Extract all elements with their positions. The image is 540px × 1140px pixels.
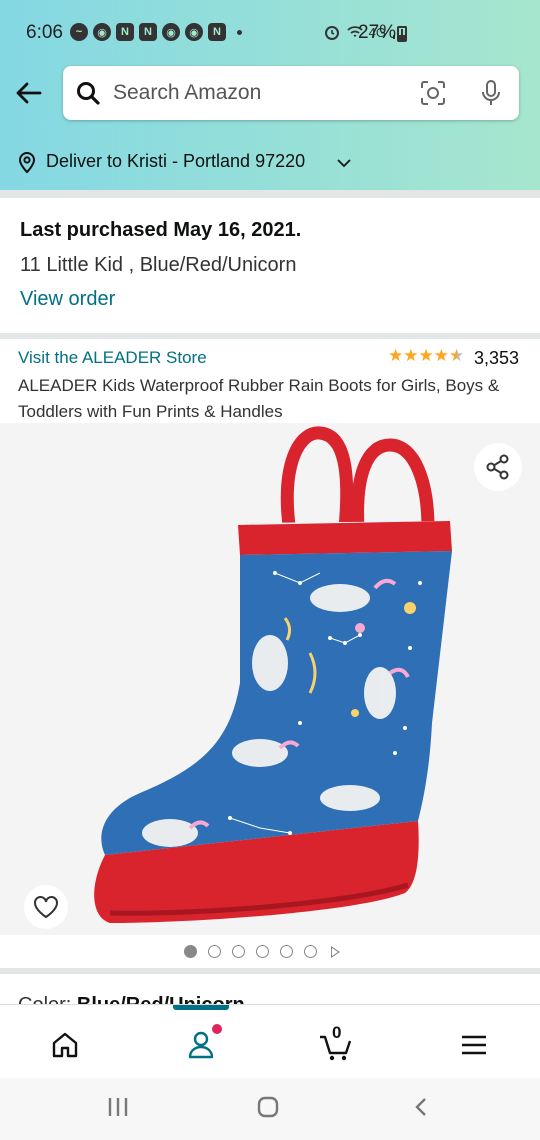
deliver-to-label: Deliver to Kristi - Portland 97220 [46, 151, 306, 171]
purchased-variant: 11 Little Kid , Blue/Red/Unicorn [20, 254, 297, 276]
deliver-to-bar[interactable]: Deliver to Kristi - Portland 97220 [0, 134, 540, 188]
home-icon[interactable] [47, 1027, 83, 1063]
carousel-dot[interactable] [304, 945, 317, 958]
news-icon: N [139, 23, 157, 41]
more-notifications-icon [237, 29, 242, 35]
back-button-icon[interactable] [410, 1096, 434, 1118]
active-tab-indicator [173, 1005, 229, 1010]
camera-scan-icon[interactable] [420, 80, 446, 106]
notification-icons: ~ ◉ N N ◉ ◉ N [70, 23, 242, 41]
product-title: ALEADER Kids Waterproof Rubber Rain Boot… [18, 376, 500, 421]
recent-apps-icon[interactable] [106, 1096, 130, 1118]
carousel-dot[interactable] [184, 945, 197, 958]
search-icon [77, 82, 100, 105]
wishlist-button[interactable] [24, 885, 68, 929]
section-divider [0, 190, 540, 198]
carousel-dot[interactable] [208, 945, 221, 958]
heart-icon [34, 896, 58, 919]
star-icon: ★ [403, 346, 419, 365]
star-icon: ★ [418, 346, 434, 365]
soccer-icon: ◉ [93, 23, 111, 41]
status-bar: 6:06 ~ ◉ N N ◉ ◉ N 4G 27% [0, 0, 540, 66]
product-image-gallery[interactable] [0, 423, 540, 935]
status-time: 6:06 [26, 22, 63, 43]
search-input[interactable]: Search Amazon [113, 81, 261, 105]
chevron-down-icon [337, 159, 351, 168]
section-divider [0, 333, 540, 339]
section-divider [0, 968, 540, 974]
home-button-icon[interactable] [256, 1096, 280, 1118]
notification-badge [212, 1024, 222, 1034]
image-carousel-indicator[interactable] [184, 945, 340, 958]
system-navigation-bar [0, 1078, 540, 1140]
battery-icon [397, 26, 407, 42]
microphone-icon[interactable] [479, 79, 503, 107]
star-icon: ★ [433, 346, 449, 365]
menu-icon[interactable] [456, 1027, 492, 1063]
carousel-dot[interactable] [256, 945, 269, 958]
alarm-icon [324, 26, 339, 40]
soccer-icon: ◉ [162, 23, 180, 41]
visit-store-link[interactable]: Visit the ALEADER Store [18, 348, 207, 368]
bottom-navigation: 0 [0, 1004, 540, 1078]
search-bar[interactable]: Search Amazon [63, 66, 519, 120]
share-icon [486, 454, 509, 480]
location-pin-icon [18, 152, 36, 174]
cart-count: 0 [332, 1023, 342, 1042]
view-order-link[interactable]: View order [20, 288, 115, 311]
video-play-icon[interactable] [331, 945, 340, 958]
rain-boot-image [94, 426, 452, 923]
carousel-dot[interactable] [280, 945, 293, 958]
star-rating[interactable]: ★ ★ ★ ★ ★ [388, 347, 464, 364]
news-icon: N [116, 23, 134, 41]
news-icon: N [208, 23, 226, 41]
last-purchased-text: Last purchased May 16, 2021. [20, 219, 302, 241]
carousel-dot[interactable] [232, 945, 245, 958]
share-button[interactable] [474, 443, 522, 491]
messenger-icon: ~ [70, 23, 88, 41]
rating-count[interactable]: 3,353 [474, 348, 519, 369]
soccer-icon: ◉ [185, 23, 203, 41]
back-arrow-icon[interactable] [14, 78, 44, 108]
battery-percent: 27% [358, 22, 397, 43]
star-icon: ★ [388, 346, 404, 365]
half-star-icon: ★ [449, 346, 465, 365]
